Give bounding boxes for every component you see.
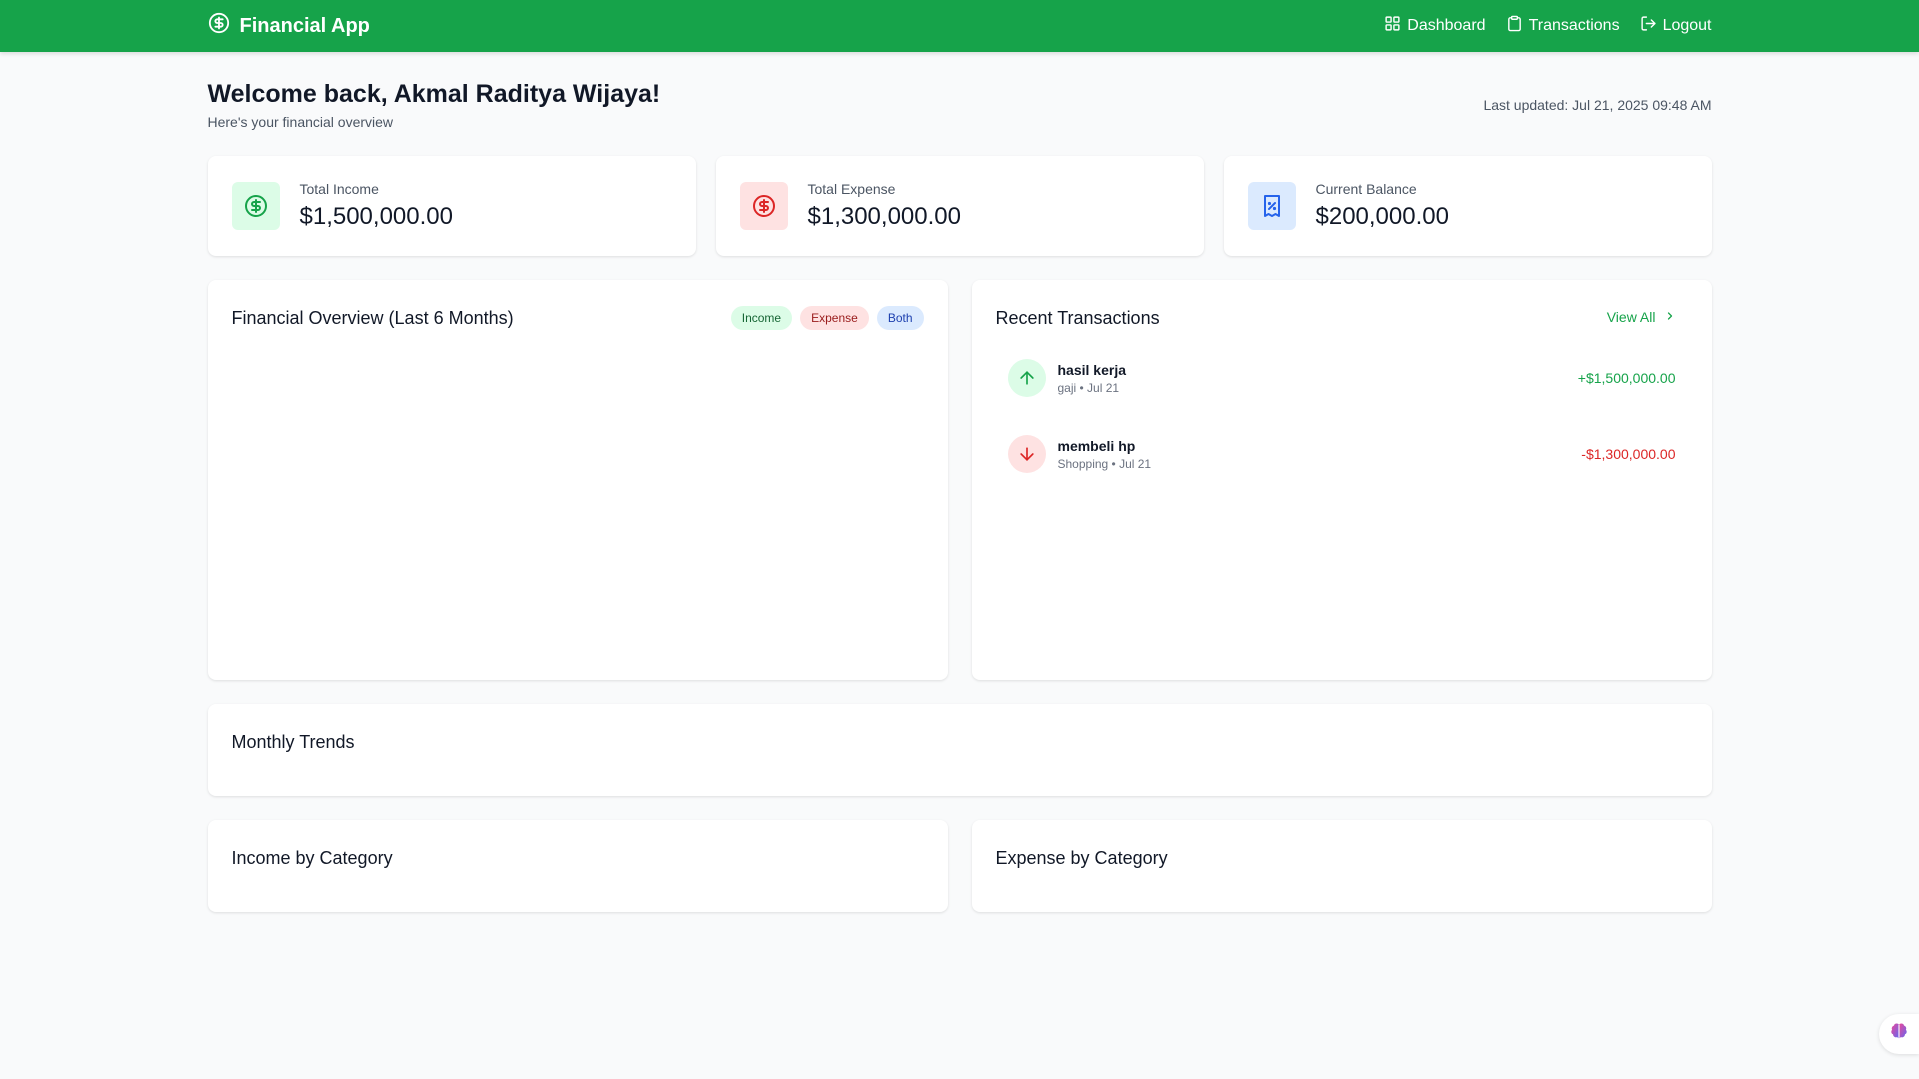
assistant-float-button[interactable] — [1879, 1014, 1919, 1054]
nav-link-label: Dashboard — [1407, 17, 1486, 34]
brand-name: Financial App — [239, 14, 370, 37]
panel-title: Income by Category — [231, 848, 393, 868]
panel-title: Financial Overview (Last 6 Months) — [231, 308, 514, 328]
filter-income-button[interactable]: Income — [730, 306, 793, 330]
page-subtitle: Here's your financial overview — [207, 114, 394, 130]
stat-card-balance: Current Balance $200,000.00 — [1223, 156, 1712, 256]
monthly-trends-panel: Monthly Trends — [207, 704, 1712, 796]
top-navbar: Financial App Dashboard Transactions Log… — [0, 0, 1919, 52]
overview-row: Financial Overview (Last 6 Months) Incom… — [207, 280, 1712, 680]
transaction-name: membeli hp — [1057, 437, 1136, 454]
chart-filter-group: Income Expense Both — [730, 306, 924, 330]
filter-both-button[interactable]: Both — [876, 306, 924, 330]
grid-icon — [1384, 15, 1401, 37]
transaction-meta: Shopping • Jul 21 — [1057, 456, 1152, 471]
filter-expense-button[interactable]: Expense — [800, 306, 869, 330]
transaction-item[interactable]: hasil kerja gaji • Jul 21 +$1,500,000.00 — [1007, 358, 1676, 398]
dollar-circle-icon — [739, 182, 788, 230]
nav-links: Dashboard Transactions Logout — [1384, 15, 1712, 37]
nav-link-label: Transactions — [1528, 17, 1620, 34]
stat-label: Current Balance — [1315, 181, 1417, 197]
stat-label: Total Expense — [807, 181, 896, 197]
transaction-meta: gaji • Jul 21 — [1057, 380, 1120, 395]
income-by-category-panel: Income by Category — [207, 820, 948, 912]
stat-value: $1,500,000.00 — [299, 203, 453, 230]
nav-link-transactions[interactable]: Transactions — [1506, 15, 1620, 37]
transaction-item[interactable]: membeli hp Shopping • Jul 21 -$1,300,000… — [1007, 434, 1676, 474]
dollar-circle-icon — [231, 182, 280, 230]
chevron-right-icon — [1664, 309, 1676, 325]
recent-transactions-panel: Recent Transactions View All hasil kerja… — [971, 280, 1712, 680]
expense-by-category-panel: Expense by Category — [971, 820, 1712, 912]
arrow-up-icon — [1007, 359, 1046, 397]
panel-title: Monthly Trends — [231, 732, 355, 752]
stats-row: Total Income $1,500,000.00 Total Expense… — [207, 156, 1712, 256]
clipboard-icon — [1506, 15, 1523, 37]
nav-link-logout[interactable]: Logout — [1640, 15, 1712, 37]
category-row: Income by Category Expense by Category — [207, 820, 1712, 912]
receipt-icon — [1247, 182, 1296, 230]
stat-value: $1,300,000.00 — [807, 203, 961, 230]
main-content: Welcome back, Akmal Raditya Wijaya! Here… — [207, 52, 1712, 912]
stat-card-expense: Total Expense $1,300,000.00 — [715, 156, 1204, 256]
transaction-name: hasil kerja — [1057, 361, 1127, 378]
dollar-circle-icon — [208, 12, 230, 40]
transaction-amount: +$1,500,000.00 — [1577, 370, 1676, 386]
panel-title: Recent Transactions — [995, 308, 1160, 328]
panel-title: Expense by Category — [995, 848, 1168, 868]
brand[interactable]: Financial App — [208, 12, 370, 40]
nav-link-label: Logout — [1662, 17, 1712, 34]
page-title: Welcome back, Akmal Raditya Wijaya! — [207, 80, 661, 108]
stat-card-income: Total Income $1,500,000.00 — [207, 156, 696, 256]
view-all-link[interactable]: View All — [1607, 309, 1676, 325]
stat-value: $200,000.00 — [1315, 203, 1449, 230]
brain-icon — [1888, 1021, 1910, 1048]
transaction-amount: -$1,300,000.00 — [1581, 446, 1676, 462]
last-updated: Last updated: Jul 21, 2025 09:48 AM — [1483, 97, 1712, 113]
logout-icon — [1640, 15, 1657, 37]
nav-link-dashboard[interactable]: Dashboard — [1384, 15, 1486, 37]
arrow-down-icon — [1007, 435, 1046, 473]
view-all-label: View All — [1606, 309, 1656, 325]
page-header: Welcome back, Akmal Raditya Wijaya! Here… — [208, 52, 1712, 156]
stat-label: Total Income — [299, 181, 379, 197]
financial-overview-panel: Financial Overview (Last 6 Months) Incom… — [207, 280, 948, 680]
